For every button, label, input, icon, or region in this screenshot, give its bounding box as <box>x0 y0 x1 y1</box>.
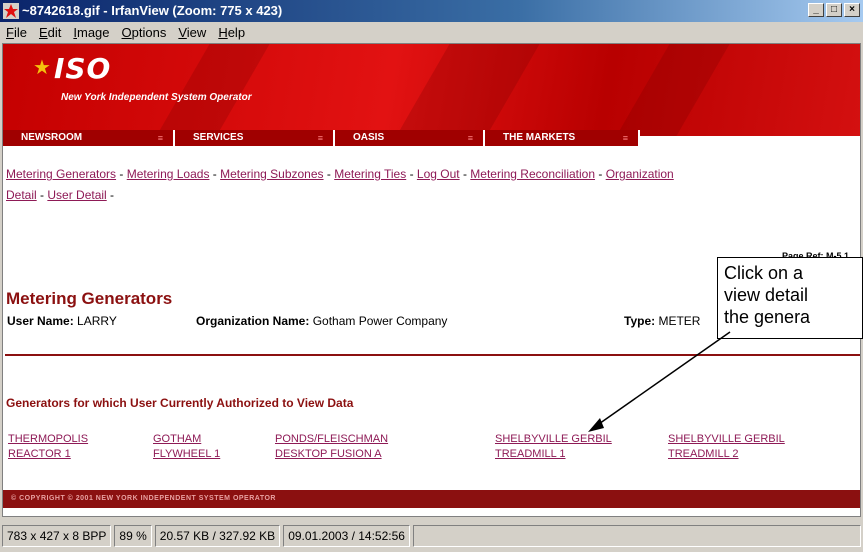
nyiso-logo: ★ISO <box>33 52 112 85</box>
banner-stripe <box>616 44 730 136</box>
link-separator: - <box>116 167 127 181</box>
menu-bar: File Edit Image Options View Help <box>0 22 863 42</box>
minimize-button[interactable]: _ <box>808 3 824 17</box>
callout-line: Click on a <box>724 263 804 283</box>
link-metering-generators[interactable]: Metering Generators <box>6 167 116 181</box>
status-bar: 783 x 427 x 8 BPP 89 % 20.57 KB / 327.92… <box>0 519 863 552</box>
menu-view[interactable]: View <box>178 25 206 40</box>
status-zoom: 89 % <box>114 524 152 547</box>
type-label: Type: <box>624 314 656 328</box>
menu-options[interactable]: Options <box>122 25 167 40</box>
link-separator: - <box>459 167 471 181</box>
tab-grip-icon: ≡ <box>157 133 163 143</box>
irfanview-app-icon[interactable] <box>3 3 19 19</box>
link-organization[interactable]: Organization <box>606 167 674 181</box>
window-title: ~8742618.gif - IrfanView (Zoom: 775 x 42… <box>22 3 283 18</box>
menu-image[interactable]: Image <box>73 25 109 40</box>
user-name-field: User Name: LARRY <box>7 314 117 328</box>
irfanview-window: ~8742618.gif - IrfanView (Zoom: 775 x 42… <box>0 0 863 552</box>
generators-heading: Generators for which User Currently Auth… <box>6 396 354 410</box>
status-datetime: 09.01.2003 / 14:52:56 <box>283 524 410 547</box>
page-links: Metering Generators - Metering Loads - M… <box>6 164 826 206</box>
nyiso-banner: ★ISO New York Independent System Operato… <box>3 44 860 136</box>
logo-star-icon: ★ <box>33 55 52 79</box>
nav-tab-newsroom[interactable]: NEWSROOM ≡ <box>3 130 175 146</box>
link-metering-loads[interactable]: Metering Loads <box>127 167 210 181</box>
banner-stripe <box>156 44 270 136</box>
organization-field: Organization Name: Gotham Power Company <box>196 314 447 328</box>
page-title: Metering Generators <box>6 289 173 308</box>
link-separator: - <box>106 188 115 202</box>
nyiso-tagline: New York Independent System Operator <box>61 92 252 103</box>
callout-line: view detail <box>724 285 809 305</box>
status-dimensions: 783 x 427 x 8 BPP <box>2 524 112 547</box>
copyright-footer: © COPYRIGHT © 2001 NEW YORK INDEPENDENT … <box>3 490 860 508</box>
type-value: METER <box>658 314 701 328</box>
status-filesize: 20.57 KB / 327.92 KB <box>154 524 281 547</box>
generator-link-shelbyville-gerbil-treadmill-1[interactable]: SHELBYVILLE GERBIL TREADMILL 1 <box>495 432 612 462</box>
status-empty <box>412 524 861 547</box>
link-user-detail[interactable]: User Detail <box>47 188 106 202</box>
menu-help[interactable]: Help <box>218 25 245 40</box>
tab-grip-icon: ≡ <box>467 133 473 143</box>
nav-tab-the-markets[interactable]: THE MARKETS ≡ <box>485 130 640 146</box>
link-separator: - <box>595 167 606 181</box>
link-metering-ties[interactable]: Metering Ties <box>334 167 406 181</box>
link-separator: - <box>323 167 335 181</box>
menu-edit[interactable]: Edit <box>39 25 61 40</box>
section-divider <box>5 354 860 356</box>
generator-link-thermopolis-reactor-1[interactable]: THERMOPOLIS REACTOR 1 <box>8 432 88 462</box>
link-metering-subzones[interactable]: Metering Subzones <box>220 167 323 181</box>
title-bar[interactable]: ~8742618.gif - IrfanView (Zoom: 775 x 42… <box>0 0 863 22</box>
nav-tab-services[interactable]: SERVICES ≡ <box>175 130 335 146</box>
user-name-value: LARRY <box>77 314 117 328</box>
close-button[interactable]: × <box>844 3 860 17</box>
banner-stripe <box>396 44 540 136</box>
generator-link-ponds-fleischman-desktop-fusion-a[interactable]: PONDS/FLEISCHMAN DESKTOP FUSION A <box>275 432 388 462</box>
organization-value: Gotham Power Company <box>312 314 448 328</box>
callout-line: the genera <box>724 307 811 327</box>
maximize-button[interactable]: □ <box>826 3 842 17</box>
type-field: Type: METER <box>624 314 700 328</box>
site-navbar: NEWSROOM ≡ SERVICES ≡ OASIS ≡ THE MARKETS ≡ <box>3 130 860 146</box>
link-organization-detail[interactable]: Detail <box>6 188 37 202</box>
link-separator: - <box>209 167 221 181</box>
generator-link-shelbyville-gerbil-treadmill-2[interactable]: SHELBYVILLE GERBIL TREADMILL 2 <box>668 432 785 462</box>
tab-grip-icon: ≡ <box>622 133 628 143</box>
generator-link-gotham-flywheel-1[interactable]: GOTHAM FLYWHEEL 1 <box>153 432 220 462</box>
tab-grip-icon: ≡ <box>317 133 323 143</box>
link-log-out[interactable]: Log Out <box>417 167 460 181</box>
link-separator: - <box>406 167 417 181</box>
menu-file[interactable]: File <box>6 25 27 40</box>
user-name-label: User Name: <box>7 314 74 328</box>
instruction-callout: Click on a view detail the genera <box>717 257 863 339</box>
link-separator: - <box>36 188 48 202</box>
organization-label: Organization Name: <box>196 314 310 328</box>
link-metering-reconciliation[interactable]: Metering Reconciliation <box>470 167 595 181</box>
nav-tab-oasis[interactable]: OASIS ≡ <box>335 130 485 146</box>
